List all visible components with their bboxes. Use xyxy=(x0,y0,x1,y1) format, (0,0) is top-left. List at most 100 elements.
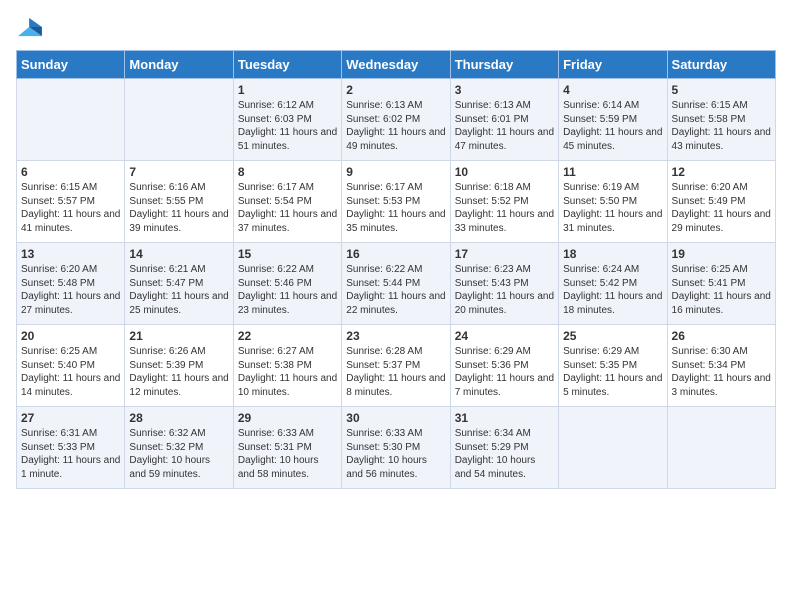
header-cell-sunday: Sunday xyxy=(17,51,125,79)
page-header xyxy=(16,16,776,38)
header-cell-thursday: Thursday xyxy=(450,51,558,79)
header-cell-friday: Friday xyxy=(559,51,667,79)
week-row-2: 6 Sunrise: 6:15 AM Sunset: 5:57 PM Daylig… xyxy=(17,161,776,243)
calendar-body: 1 Sunrise: 6:12 AM Sunset: 6:03 PM Daylig… xyxy=(17,79,776,489)
day-number: 23 xyxy=(346,329,445,343)
calendar-cell: 21 Sunrise: 6:26 AM Sunset: 5:39 PM Dayli… xyxy=(125,325,233,407)
calendar-cell xyxy=(125,79,233,161)
cell-content: Sunrise: 6:18 AM Sunset: 5:52 PM Dayligh… xyxy=(455,181,554,235)
cell-content: Sunrise: 6:33 AM Sunset: 5:31 PM Dayligh… xyxy=(238,427,337,481)
header-cell-wednesday: Wednesday xyxy=(342,51,450,79)
cell-content: Sunrise: 6:23 AM Sunset: 5:43 PM Dayligh… xyxy=(455,263,554,317)
day-number: 21 xyxy=(129,329,228,343)
day-number: 24 xyxy=(455,329,554,343)
week-row-3: 13 Sunrise: 6:20 AM Sunset: 5:48 PM Dayli… xyxy=(17,243,776,325)
calendar-cell: 6 Sunrise: 6:15 AM Sunset: 5:57 PM Daylig… xyxy=(17,161,125,243)
day-number: 17 xyxy=(455,247,554,261)
day-number: 25 xyxy=(563,329,662,343)
day-number: 6 xyxy=(21,165,120,179)
day-number: 2 xyxy=(346,83,445,97)
cell-content: Sunrise: 6:15 AM Sunset: 5:57 PM Dayligh… xyxy=(21,181,120,235)
day-number: 18 xyxy=(563,247,662,261)
week-row-1: 1 Sunrise: 6:12 AM Sunset: 6:03 PM Daylig… xyxy=(17,79,776,161)
calendar-cell: 10 Sunrise: 6:18 AM Sunset: 5:52 PM Dayli… xyxy=(450,161,558,243)
cell-content: Sunrise: 6:28 AM Sunset: 5:37 PM Dayligh… xyxy=(346,345,445,399)
day-number: 1 xyxy=(238,83,337,97)
cell-content: Sunrise: 6:17 AM Sunset: 5:53 PM Dayligh… xyxy=(346,181,445,235)
day-number: 28 xyxy=(129,411,228,425)
calendar-cell: 8 Sunrise: 6:17 AM Sunset: 5:54 PM Daylig… xyxy=(233,161,341,243)
cell-content: Sunrise: 6:30 AM Sunset: 5:34 PM Dayligh… xyxy=(672,345,771,399)
cell-content: Sunrise: 6:26 AM Sunset: 5:39 PM Dayligh… xyxy=(129,345,228,399)
cell-content: Sunrise: 6:16 AM Sunset: 5:55 PM Dayligh… xyxy=(129,181,228,235)
calendar-cell: 26 Sunrise: 6:30 AM Sunset: 5:34 PM Dayli… xyxy=(667,325,775,407)
calendar-cell: 5 Sunrise: 6:15 AM Sunset: 5:58 PM Daylig… xyxy=(667,79,775,161)
cell-content: Sunrise: 6:33 AM Sunset: 5:30 PM Dayligh… xyxy=(346,427,445,481)
day-number: 15 xyxy=(238,247,337,261)
day-number: 31 xyxy=(455,411,554,425)
calendar-cell: 28Sunrise: 6:32 AM Sunset: 5:32 PM Dayli… xyxy=(125,407,233,489)
calendar-cell: 4Sunrise: 6:14 AM Sunset: 5:59 PM Daylig… xyxy=(559,79,667,161)
day-number: 12 xyxy=(672,165,771,179)
cell-content: Sunrise: 6:19 AM Sunset: 5:50 PM Dayligh… xyxy=(563,181,662,235)
day-number: 4 xyxy=(563,83,662,97)
day-number: 13 xyxy=(21,247,120,261)
calendar-cell: 25 Sunrise: 6:29 AM Sunset: 5:35 PM Dayli… xyxy=(559,325,667,407)
calendar-cell xyxy=(667,407,775,489)
cell-content: Sunrise: 6:25 AM Sunset: 5:40 PM Dayligh… xyxy=(21,345,120,399)
logo-icon xyxy=(16,16,44,38)
day-number: 8 xyxy=(238,165,337,179)
day-number: 20 xyxy=(21,329,120,343)
day-number: 11 xyxy=(563,165,662,179)
calendar-cell xyxy=(559,407,667,489)
calendar-cell: 2 Sunrise: 6:13 AM Sunset: 6:02 PM Daylig… xyxy=(342,79,450,161)
cell-content: Sunrise: 6:13 AM Sunset: 6:02 PM Dayligh… xyxy=(346,99,445,153)
day-number: 5 xyxy=(672,83,771,97)
week-row-4: 20 Sunrise: 6:25 AM Sunset: 5:40 PM Dayli… xyxy=(17,325,776,407)
cell-content: Sunrise: 6:15 AM Sunset: 5:58 PM Dayligh… xyxy=(672,99,771,153)
calendar-cell: 31 Sunrise: 6:34 AM Sunset: 5:29 PM Dayli… xyxy=(450,407,558,489)
calendar-table: SundayMondayTuesdayWednesdayThursdayFrid… xyxy=(16,50,776,489)
header-cell-saturday: Saturday xyxy=(667,51,775,79)
day-number: 26 xyxy=(672,329,771,343)
day-number: 30 xyxy=(346,411,445,425)
calendar-cell: 7 Sunrise: 6:16 AM Sunset: 5:55 PM Daylig… xyxy=(125,161,233,243)
calendar-cell: 16 Sunrise: 6:22 AM Sunset: 5:44 PM Dayli… xyxy=(342,243,450,325)
day-number: 19 xyxy=(672,247,771,261)
cell-content: Sunrise: 6:29 AM Sunset: 5:35 PM Dayligh… xyxy=(563,345,662,399)
calendar-cell: 13 Sunrise: 6:20 AM Sunset: 5:48 PM Dayli… xyxy=(17,243,125,325)
cell-content: Sunrise: 6:22 AM Sunset: 5:44 PM Dayligh… xyxy=(346,263,445,317)
calendar-cell: 24 Sunrise: 6:29 AM Sunset: 5:36 PM Dayli… xyxy=(450,325,558,407)
cell-content: Sunrise: 6:24 AM Sunset: 5:42 PM Dayligh… xyxy=(563,263,662,317)
calendar-cell: 3Sunrise: 6:13 AM Sunset: 6:01 PM Daylig… xyxy=(450,79,558,161)
day-number: 16 xyxy=(346,247,445,261)
week-row-5: 27Sunrise: 6:31 AM Sunset: 5:33 PM Dayli… xyxy=(17,407,776,489)
calendar-cell: 1 Sunrise: 6:12 AM Sunset: 6:03 PM Daylig… xyxy=(233,79,341,161)
calendar-cell: 22 Sunrise: 6:27 AM Sunset: 5:38 PM Dayli… xyxy=(233,325,341,407)
calendar-cell: 14 Sunrise: 6:21 AM Sunset: 5:47 PM Dayli… xyxy=(125,243,233,325)
header-cell-tuesday: Tuesday xyxy=(233,51,341,79)
cell-content: Sunrise: 6:25 AM Sunset: 5:41 PM Dayligh… xyxy=(672,263,771,317)
day-number: 29 xyxy=(238,411,337,425)
day-number: 14 xyxy=(129,247,228,261)
calendar-header: SundayMondayTuesdayWednesdayThursdayFrid… xyxy=(17,51,776,79)
calendar-cell: 19 Sunrise: 6:25 AM Sunset: 5:41 PM Dayli… xyxy=(667,243,775,325)
header-row: SundayMondayTuesdayWednesdayThursdayFrid… xyxy=(17,51,776,79)
cell-content: Sunrise: 6:34 AM Sunset: 5:29 PM Dayligh… xyxy=(455,427,554,481)
calendar-cell: 12 Sunrise: 6:20 AM Sunset: 5:49 PM Dayli… xyxy=(667,161,775,243)
calendar-cell xyxy=(17,79,125,161)
day-number: 9 xyxy=(346,165,445,179)
day-number: 7 xyxy=(129,165,228,179)
cell-content: Sunrise: 6:20 AM Sunset: 5:48 PM Dayligh… xyxy=(21,263,120,317)
day-number: 22 xyxy=(238,329,337,343)
cell-content: Sunrise: 6:17 AM Sunset: 5:54 PM Dayligh… xyxy=(238,181,337,235)
day-number: 10 xyxy=(455,165,554,179)
cell-content: Sunrise: 6:21 AM Sunset: 5:47 PM Dayligh… xyxy=(129,263,228,317)
cell-content: Sunrise: 6:27 AM Sunset: 5:38 PM Dayligh… xyxy=(238,345,337,399)
cell-content: Sunrise: 6:20 AM Sunset: 5:49 PM Dayligh… xyxy=(672,181,771,235)
calendar-cell: 23 Sunrise: 6:28 AM Sunset: 5:37 PM Dayli… xyxy=(342,325,450,407)
cell-content: Sunrise: 6:29 AM Sunset: 5:36 PM Dayligh… xyxy=(455,345,554,399)
header-cell-monday: Monday xyxy=(125,51,233,79)
cell-content: Sunrise: 6:12 AM Sunset: 6:03 PM Dayligh… xyxy=(238,99,337,153)
calendar-cell: 9 Sunrise: 6:17 AM Sunset: 5:53 PM Daylig… xyxy=(342,161,450,243)
